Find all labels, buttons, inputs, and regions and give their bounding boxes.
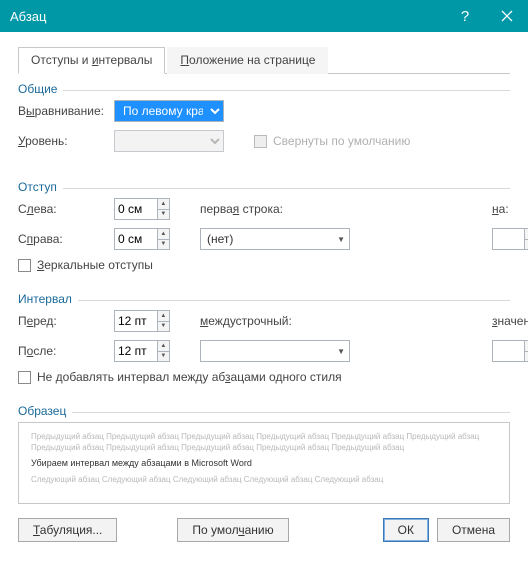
indent-special-value: (нет) bbox=[207, 232, 233, 246]
tab-indents-spacing[interactable]: Отступы и интервалы bbox=[18, 47, 165, 74]
group-general-label: Общие bbox=[18, 80, 57, 100]
preview-prev-text: Предыдущий абзац Предыдущий абзац Предыд… bbox=[31, 431, 497, 453]
collapse-checkbox: Свернуты по умолчанию bbox=[254, 134, 510, 148]
titlebar: Абзац ? bbox=[0, 0, 528, 32]
spin-up-icon[interactable]: ▲ bbox=[158, 341, 169, 351]
mirror-indents-label: Зеркальные отступы bbox=[37, 258, 153, 272]
level-label: Уровень: bbox=[18, 134, 108, 148]
cancel-button[interactable]: Отмена bbox=[437, 518, 510, 542]
defaults-button[interactable]: По умолчанию bbox=[177, 518, 288, 542]
indent-by-input[interactable] bbox=[493, 229, 524, 249]
indent-by-label: на: bbox=[492, 202, 528, 216]
spin-up-icon[interactable]: ▲ bbox=[158, 229, 169, 239]
group-spacing: Интервал Перед: ▲▼ междустрочный: значен… bbox=[18, 290, 510, 384]
checkbox-icon bbox=[18, 259, 31, 272]
indent-special-label: первая строка: bbox=[200, 202, 340, 216]
group-spacing-label: Интервал bbox=[18, 290, 72, 310]
tab-page-position[interactable]: Положение на странице bbox=[167, 47, 328, 74]
indent-left-label: Слева: bbox=[18, 202, 108, 216]
line-spacing-label: междустрочный: bbox=[200, 314, 340, 328]
group-preview: Образец Предыдущий абзац Предыдущий абза… bbox=[18, 402, 510, 504]
checkbox-icon bbox=[254, 135, 267, 148]
indent-right-spinner[interactable]: ▲▼ bbox=[114, 228, 170, 250]
ok-button[interactable]: ОК bbox=[383, 518, 429, 542]
no-space-same-style-checkbox[interactable]: Не добавлять интервал между абзацами одн… bbox=[18, 370, 510, 384]
space-after-spinner[interactable]: ▲▼ bbox=[114, 340, 170, 362]
indent-by-spinner[interactable]: ▲▼ bbox=[492, 228, 528, 250]
group-preview-label: Образец bbox=[18, 402, 66, 422]
indent-left-input[interactable] bbox=[115, 199, 157, 219]
spin-up-icon[interactable]: ▲ bbox=[158, 199, 169, 209]
indent-special-combo[interactable]: (нет) ▼ bbox=[200, 228, 350, 250]
group-indent: Отступ Слева: ▲▼ первая строка: на: Спра… bbox=[18, 178, 510, 272]
no-space-same-style-label: Не добавлять интервал между абзацами одн… bbox=[37, 370, 342, 384]
line-at-spinner[interactable]: ▲▼ bbox=[492, 340, 528, 362]
level-select[interactable] bbox=[114, 130, 224, 152]
spin-down-icon[interactable]: ▼ bbox=[158, 209, 169, 220]
help-button[interactable]: ? bbox=[444, 0, 486, 32]
group-indent-label: Отступ bbox=[18, 178, 57, 198]
mirror-indents-checkbox[interactable]: Зеркальные отступы bbox=[18, 258, 510, 272]
indent-left-spinner[interactable]: ▲▼ bbox=[114, 198, 170, 220]
indent-right-label: Справа: bbox=[18, 232, 108, 246]
collapse-label: Свернуты по умолчанию bbox=[273, 134, 410, 148]
dialog-title: Абзац bbox=[10, 9, 46, 24]
line-at-label: значение: bbox=[492, 314, 528, 328]
spin-down-icon[interactable]: ▼ bbox=[158, 321, 169, 332]
tab-strip: Отступы и интервалы Положение на страниц… bbox=[18, 46, 510, 74]
space-after-label: После: bbox=[18, 344, 108, 358]
spin-down-icon[interactable]: ▼ bbox=[158, 351, 169, 362]
preview-next-text: Следующий абзац Следующий абзац Следующи… bbox=[31, 474, 497, 485]
tabs-button[interactable]: Табуляция... bbox=[18, 518, 117, 542]
preview-box: Предыдущий абзац Предыдущий абзац Предыд… bbox=[18, 422, 510, 504]
align-label: Выравнивание: bbox=[18, 104, 108, 118]
spin-down-icon[interactable]: ▼ bbox=[158, 239, 169, 250]
close-button[interactable] bbox=[486, 0, 528, 32]
space-before-spinner[interactable]: ▲▼ bbox=[114, 310, 170, 332]
preview-main-text: Убираем интервал между абзацами в Micros… bbox=[31, 457, 497, 470]
chevron-down-icon: ▼ bbox=[337, 235, 345, 244]
align-select[interactable]: По левому краю bbox=[114, 100, 224, 122]
space-before-label: Перед: bbox=[18, 314, 108, 328]
checkbox-icon bbox=[18, 371, 31, 384]
indent-right-input[interactable] bbox=[115, 229, 157, 249]
group-general: Общие Выравнивание: По левому краю Урове… bbox=[18, 80, 510, 152]
chevron-down-icon: ▼ bbox=[337, 347, 345, 356]
line-spacing-combo[interactable]: ▼ bbox=[200, 340, 350, 362]
spin-up-icon[interactable]: ▲ bbox=[158, 311, 169, 321]
space-before-input[interactable] bbox=[115, 311, 157, 331]
line-at-input[interactable] bbox=[493, 341, 524, 361]
space-after-input[interactable] bbox=[115, 341, 157, 361]
button-bar: Табуляция... По умолчанию ОК Отмена bbox=[18, 518, 510, 542]
